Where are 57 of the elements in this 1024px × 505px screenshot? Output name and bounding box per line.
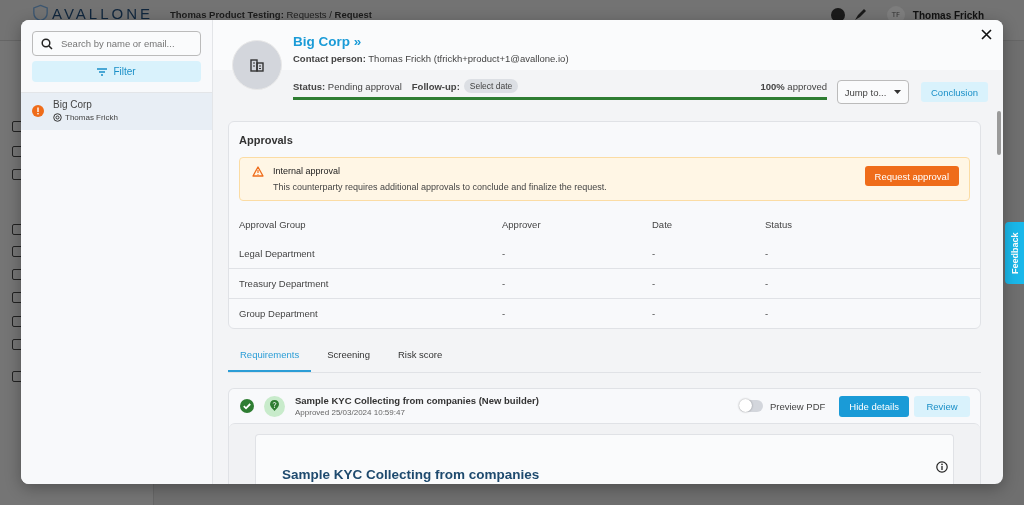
- feedback-tab[interactable]: Feedback: [1005, 222, 1024, 284]
- table-cell-text: -: [765, 278, 770, 289]
- scrollbar[interactable]: [997, 111, 1001, 155]
- contact-name: Thomas Frickh: [65, 113, 118, 122]
- user-name: Thomas Frickh: [912, 9, 984, 21]
- table-cell-text: -: [652, 308, 657, 319]
- table-cell-text: Group Department: [239, 308, 319, 319]
- request-approval-button[interactable]: Request approval: [864, 166, 959, 186]
- question-badge-icon: [264, 395, 285, 417]
- table-cell-text: -: [765, 248, 770, 259]
- table-cell-text: -: [502, 308, 507, 319]
- select-date-button[interactable]: Select date: [463, 79, 519, 93]
- toggle-label: Preview PDF: [769, 400, 826, 412]
- logo-text: AVALLONE: [52, 5, 153, 21]
- filter-icon: [97, 67, 108, 76]
- counterparty-name: Big Corp: [53, 99, 93, 110]
- table-cell-text: -: [652, 278, 657, 289]
- tab[interactable]: Risk score: [385, 343, 455, 372]
- table-cell-text: -: [502, 248, 507, 259]
- counterparty-item[interactable]: Big Corp Thomas Frickh: [21, 93, 212, 130]
- contact-person: Contact person: Thomas Frickh (tfrickh+product+1@avallone.io): [293, 53, 570, 64]
- status-text: Status: Pending approval: [293, 80, 402, 92]
- warning-title: Internal approval: [273, 166, 342, 176]
- review-button[interactable]: Review: [914, 395, 970, 417]
- document-title: Sample KYC Collecting from companies: [282, 467, 540, 482]
- approved-percent: 100% approved: [760, 80, 827, 92]
- hide-details-button[interactable]: Hide details: [839, 395, 909, 417]
- table-cell-text: -: [765, 308, 770, 319]
- column-header: Approver: [502, 218, 542, 230]
- column-header: Approval Group: [239, 218, 307, 230]
- table-cell-text: Treasury Department: [239, 278, 330, 289]
- table-cell-text: -: [652, 248, 657, 259]
- conclusion-button[interactable]: Conclusion: [921, 82, 988, 102]
- column-header: Status: [765, 218, 793, 230]
- card-title: Approvals: [239, 134, 294, 146]
- jump-to-dropdown[interactable]: Jump to...: [837, 80, 909, 104]
- filter-button[interactable]: Filter: [32, 61, 201, 82]
- search-field[interactable]: Search by name or email...: [32, 31, 201, 56]
- preview-pdf-toggle[interactable]: [738, 400, 763, 412]
- company-title[interactable]: Big Corp »: [293, 34, 1003, 49]
- shield-icon: [33, 3, 48, 23]
- breadcrumb: Thomas Product Testing: Requests / Request: [170, 8, 373, 20]
- table-cell-text: Legal Department: [239, 248, 316, 259]
- building-icon: [250, 58, 264, 72]
- table-cell-text: -: [502, 278, 507, 289]
- approval-date: Approved 25/03/2024 10:59:47: [295, 408, 406, 417]
- warning-text: This counterparty requires additional approvals to conclude and finalize the request.: [273, 182, 608, 192]
- info-icon[interactable]: [936, 461, 948, 473]
- close-icon: [981, 29, 992, 40]
- tab[interactable]: Screening: [315, 343, 382, 372]
- column-header: Date: [652, 218, 674, 230]
- warning-icon: [252, 166, 264, 177]
- follow-up-label: Follow-up:: [411, 80, 460, 92]
- requirement-title: Sample KYC Collecting from companies (New builder): [295, 395, 539, 406]
- tab[interactable]: Requirements: [228, 343, 312, 372]
- close-button[interactable]: [981, 29, 993, 41]
- caret-icon: [894, 90, 902, 94]
